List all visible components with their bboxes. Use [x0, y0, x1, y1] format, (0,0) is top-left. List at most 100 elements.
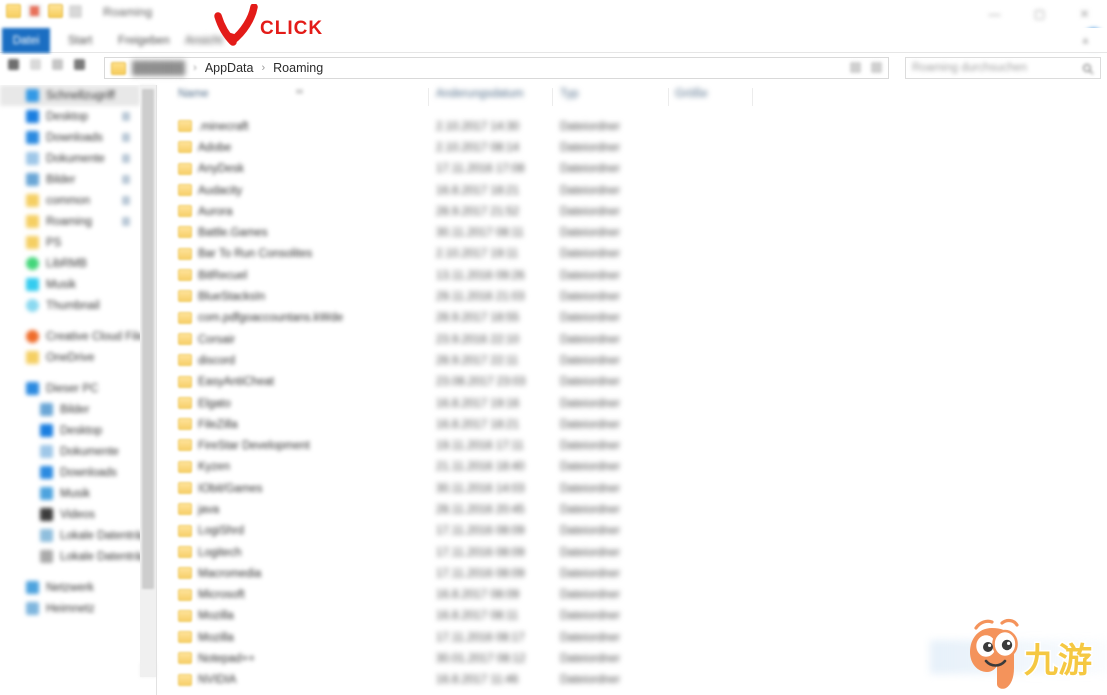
pin-icon[interactable] — [122, 196, 130, 205]
breadcrumb-roaming[interactable]: Roaming — [273, 61, 323, 75]
sidebar-item-dieser-pc[interactable]: Dieser PC — [0, 378, 140, 399]
sidebar-item-creative-cloud-files[interactable]: Creative Cloud Files — [0, 326, 140, 347]
pin-icon[interactable] — [122, 112, 130, 121]
table-row[interactable]: com.pdfgoaccountans.kWde 28.9.2017 18:55 D… — [160, 308, 1107, 329]
folder-icon[interactable] — [6, 4, 21, 18]
table-row[interactable]: Bar To Run Consolites 2.10.2017 19:11 Date… — [160, 244, 1107, 265]
sidebar-item-desktop[interactable]: Desktop — [0, 106, 140, 127]
table-row[interactable]: FireStar Development 19.11.2016 17:11 Date… — [160, 435, 1107, 456]
column-header-name[interactable]: Name — [178, 88, 209, 100]
table-row[interactable]: Logitech 17.11.2016 08:09 Dateiordner — [160, 542, 1107, 563]
file-date-cell: 16.8.2017 11:46 — [436, 674, 519, 687]
file-name-cell: Macromedia — [198, 567, 262, 580]
refresh-icon[interactable] — [850, 62, 861, 73]
sidebar-item-netzwerk[interactable]: Netzwerk — [0, 577, 140, 598]
tab-datei[interactable]: Datei — [2, 28, 50, 53]
sidebar-item-label: Heimnetz — [46, 602, 95, 615]
sidebar-item-roaming[interactable]: Roaming — [0, 211, 140, 232]
search-icon[interactable] — [1082, 62, 1094, 75]
table-row[interactable]: Kyzen 21.11.2016 18:40 Dateiordner — [160, 457, 1107, 478]
sidebar-item-dokumente[interactable]: Dokumente — [0, 441, 140, 462]
sidebar-item-lokale-datentr-ger[interactable]: Lokale Datenträger — [0, 525, 140, 546]
column-divider[interactable] — [428, 88, 429, 106]
pin-icon[interactable] — [122, 133, 130, 142]
pane-divider[interactable] — [156, 85, 157, 695]
table-row[interactable]: LogiShrd 17.11.2016 08:09 Dateiordner — [160, 521, 1107, 542]
navigation-pane[interactable]: Schnellzugriff Desktop Downloads Dokumente B… — [0, 85, 140, 695]
tab-freigeben[interactable]: Freigeben — [118, 28, 170, 53]
table-row[interactable]: FileZilla 16.8.2017 18:21 Dateiordner — [160, 414, 1107, 435]
sidebar-item-thumbnail[interactable]: Thumbnail — [0, 295, 140, 316]
back-arrow-icon[interactable] — [8, 59, 19, 70]
sidebar-item-heimnetz[interactable]: Heimnetz — [0, 598, 140, 619]
column-divider[interactable] — [668, 88, 669, 106]
table-row[interactable]: AnyDesk 17.11.2016 17:08 Dateiordner — [160, 159, 1107, 180]
column-divider[interactable] — [752, 88, 753, 106]
forward-arrow-icon[interactable] — [30, 59, 41, 70]
address-bar[interactable]: ██████ › AppData › Roaming — [104, 57, 889, 79]
file-name-cell: Audacity — [198, 184, 243, 197]
folder-icon — [178, 503, 192, 516]
scroll-down-icon[interactable] — [140, 663, 156, 677]
sidebar-item-onedrive[interactable]: OneDrive — [0, 347, 140, 368]
table-row[interactable]: IObit/Games 30.11.2016 14:03 Dateiordner — [160, 478, 1107, 499]
sidebar-item-downloads[interactable]: Downloads — [0, 127, 140, 148]
table-row[interactable]: Adobe 2.10.2017 08:14 Dateiordner — [160, 137, 1107, 158]
sidebar-item-desktop[interactable]: Desktop — [0, 420, 140, 441]
customize-chevron-icon[interactable] — [69, 4, 82, 18]
table-row[interactable]: Battle.Games 30.11.2017 08:11 Dateiordner — [160, 222, 1107, 243]
sidebar-item-schnellzugriff[interactable]: Schnellzugriff — [0, 85, 140, 106]
search-input[interactable]: Roaming durchsuchen — [912, 62, 1027, 74]
sidebar-item-musik[interactable]: Musik — [0, 274, 140, 295]
sidebar-scrollbar[interactable] — [140, 85, 156, 677]
sidebar-item-downloads[interactable]: Downloads — [0, 462, 140, 483]
file-name-cell: Notepad++ — [198, 653, 255, 666]
column-divider[interactable] — [552, 88, 553, 106]
sidebar-item-dokumente[interactable]: Dokumente — [0, 148, 140, 169]
new-folder-icon[interactable] — [48, 4, 63, 18]
close-button[interactable]: ✕ — [1062, 0, 1107, 28]
pin-icon[interactable] — [122, 154, 130, 163]
sidebar-item-bilder[interactable]: Bilder — [0, 169, 140, 190]
table-row[interactable]: EasyAntiCheat 23.08.2017 23:03 Dateiordner — [160, 372, 1107, 393]
sidebar-item-videos[interactable]: Videos — [0, 504, 140, 525]
column-header-type[interactable]: Typ — [560, 88, 579, 100]
sidebar-item-label: Netzwerk — [46, 581, 94, 594]
up-arrow-icon[interactable] — [74, 59, 85, 70]
sidebar-item-bilder[interactable]: Bilder — [0, 399, 140, 420]
recent-locations-icon[interactable] — [52, 59, 63, 70]
sidebar-item-librmb[interactable]: LibRMB — [0, 253, 140, 274]
table-row[interactable]: .minecraft 2.10.2017 14:30 Dateiordner — [160, 116, 1107, 137]
table-row[interactable]: java 28.11.2016 20:45 Dateiordner — [160, 499, 1107, 520]
chevron-down-icon[interactable] — [871, 62, 882, 73]
scrollbar-thumb[interactable] — [142, 89, 154, 589]
pin-icon[interactable] — [122, 175, 130, 184]
maximize-button[interactable]: ▢ — [1017, 0, 1062, 28]
chevron-up-icon[interactable]: ▲ — [1081, 36, 1091, 45]
table-row[interactable]: Aurora 28.9.2017 21:52 Dateiordner — [160, 201, 1107, 222]
table-row[interactable]: Microsoft 16.8.2017 08:09 Dateiordner — [160, 585, 1107, 606]
file-list[interactable]: .minecraft 2.10.2017 14:30 Dateiordner Adob… — [160, 116, 1107, 695]
sidebar-item-label: Thumbnail — [46, 299, 100, 312]
minimize-button[interactable]: — — [972, 0, 1017, 28]
breadcrumb-appdata[interactable]: AppData — [205, 61, 254, 75]
breadcrumb-user[interactable]: ██████ — [132, 61, 185, 75]
column-header-size[interactable]: Größe — [675, 88, 708, 100]
tab-start[interactable]: Start — [68, 28, 92, 53]
table-row[interactable]: Macromedia 17.11.2016 08:09 Dateiordner — [160, 563, 1107, 584]
table-row[interactable]: BitRecuel 13.11.2016 09:26 Dateiordner — [160, 265, 1107, 286]
search-box[interactable]: Roaming durchsuchen — [905, 57, 1101, 79]
properties-icon[interactable] — [27, 4, 42, 18]
pin-icon[interactable] — [122, 217, 130, 226]
column-header-date[interactable]: Änderungsdatum — [436, 88, 524, 100]
table-row[interactable]: Audacity 16.8.2017 18:21 Dateiordner — [160, 180, 1107, 201]
table-row[interactable]: Corsair 23.9.2016 22:10 Dateiordner — [160, 329, 1107, 350]
table-row[interactable]: Elgato 16.8.2017 19:16 Dateiordner — [160, 393, 1107, 414]
table-row[interactable]: BlueStacksIn 29.11.2016 21:03 Dateiordner — [160, 286, 1107, 307]
file-name-cell: Battle.Games — [198, 227, 268, 240]
sidebar-item-common[interactable]: common — [0, 190, 140, 211]
sidebar-item-musik[interactable]: Musik — [0, 483, 140, 504]
table-row[interactable]: discord 28.9.2017 22:11 Dateiordner — [160, 350, 1107, 371]
sidebar-item-lokale-datentr-ger[interactable]: Lokale Datenträger — [0, 546, 140, 567]
sidebar-item-ps[interactable]: PS — [0, 232, 140, 253]
